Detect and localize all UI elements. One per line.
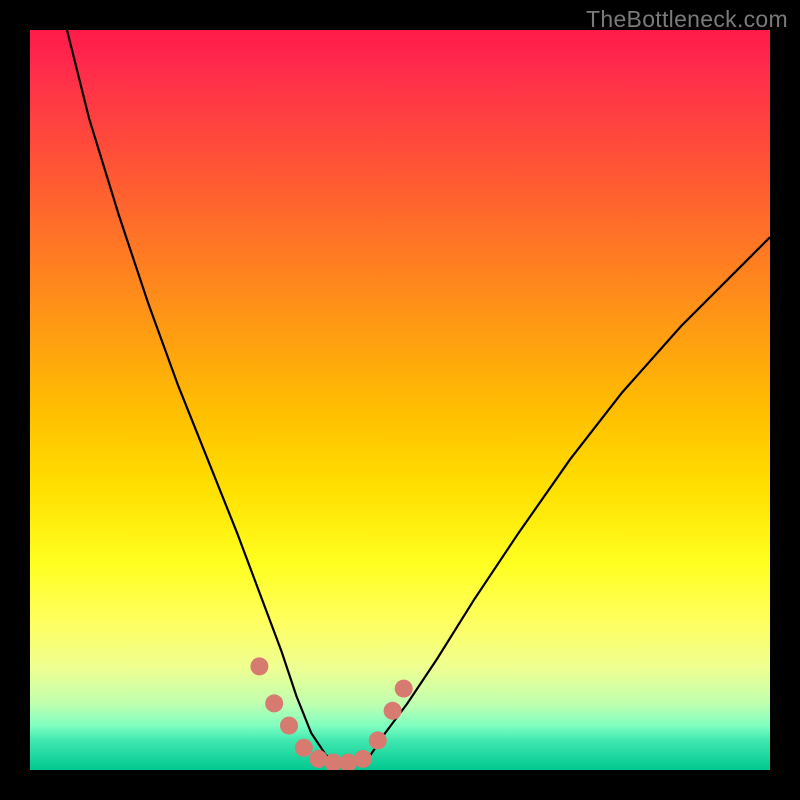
plot-area — [30, 30, 770, 770]
marker-dot — [369, 731, 387, 749]
marker-dot — [295, 739, 313, 757]
curve-svg — [30, 30, 770, 770]
marker-dot — [265, 694, 283, 712]
marker-dot — [250, 657, 268, 675]
watermark-text: TheBottleneck.com — [586, 6, 788, 33]
highlight-markers — [250, 657, 412, 770]
marker-dot — [384, 702, 402, 720]
marker-dot — [395, 680, 413, 698]
bottleneck-curve — [67, 30, 770, 763]
marker-dot — [354, 750, 372, 768]
chart-frame: TheBottleneck.com — [0, 0, 800, 800]
marker-dot — [280, 717, 298, 735]
